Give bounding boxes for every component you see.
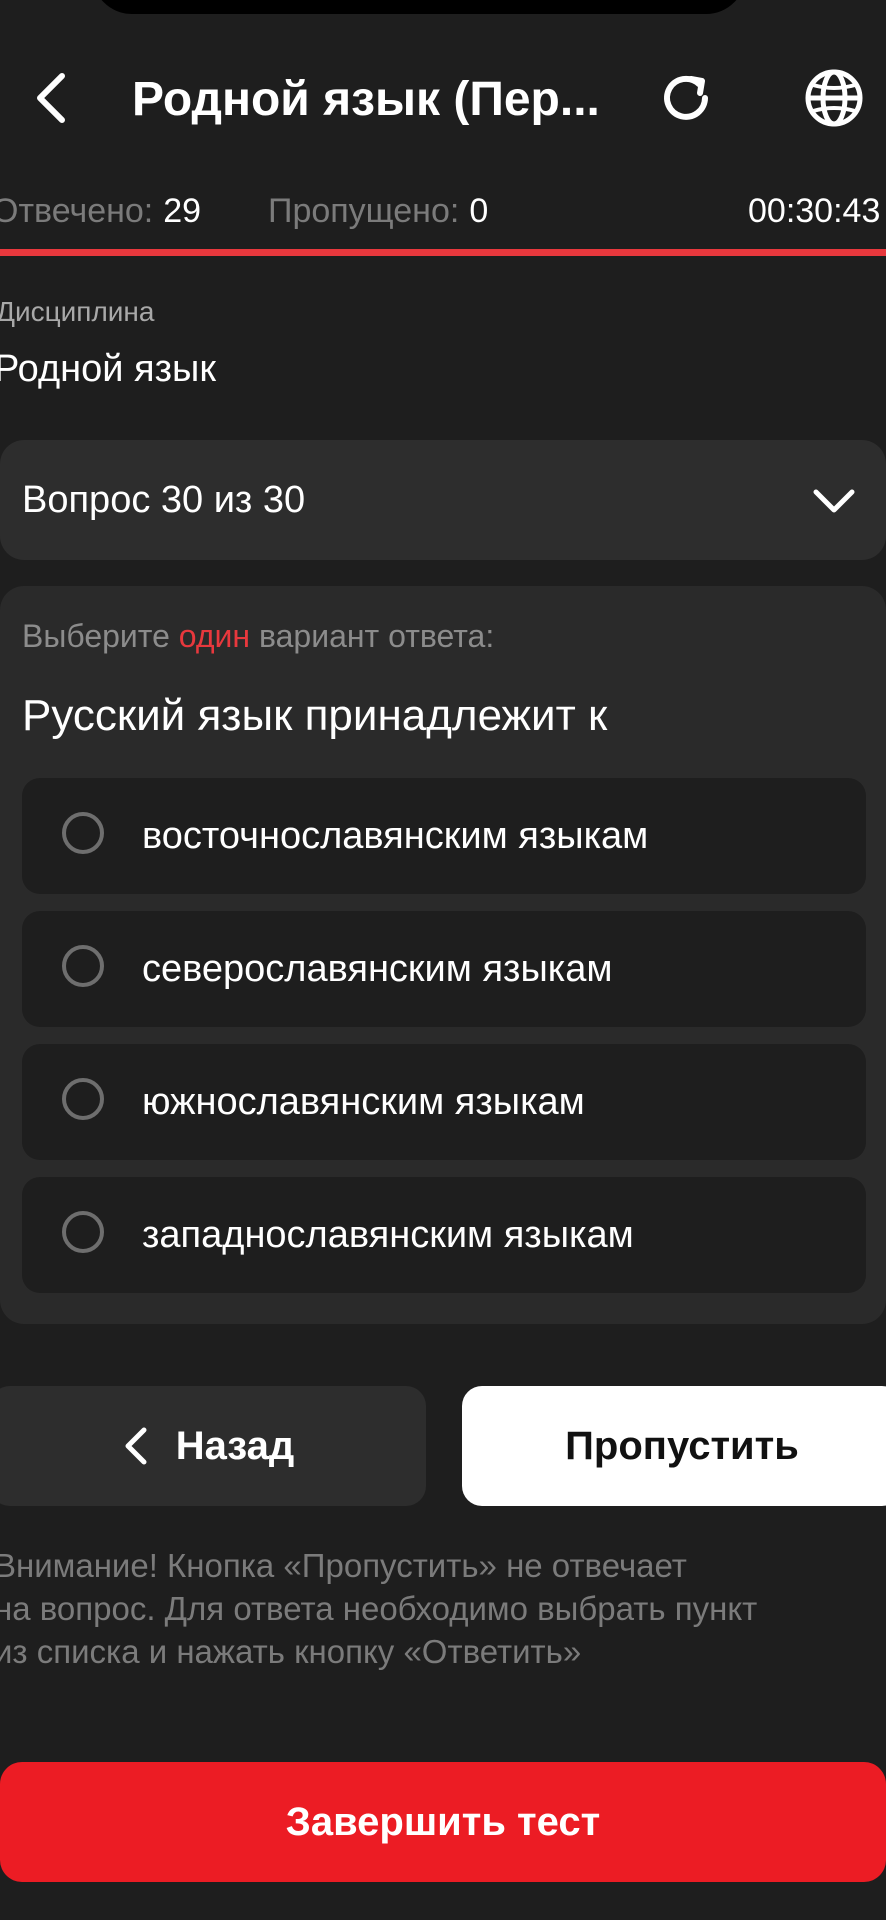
chevron-left-icon bbox=[37, 73, 65, 123]
question-card: Выберите один вариант ответа: Русский яз… bbox=[0, 586, 886, 1324]
answered-value: 29 bbox=[163, 192, 202, 230]
chevron-left-icon bbox=[122, 1426, 150, 1466]
radio-button[interactable] bbox=[62, 1078, 104, 1120]
globe-icon bbox=[805, 69, 863, 127]
back-button[interactable]: Назад bbox=[0, 1386, 426, 1506]
answered-label: Отвечено: bbox=[0, 192, 154, 230]
skip-button-label: Пропустить bbox=[565, 1423, 799, 1468]
discipline-value: Родной язык bbox=[0, 348, 216, 390]
page-title: Родной язык (Пер... bbox=[132, 73, 600, 126]
header: Родной язык (Пер... bbox=[0, 52, 886, 144]
skipped-label: Пропущено: bbox=[268, 192, 460, 230]
instruction-after: вариант ответа: bbox=[258, 618, 495, 654]
warning-line: из списка и нажать кнопку «Ответить» bbox=[0, 1633, 582, 1670]
radio-button[interactable] bbox=[62, 945, 104, 987]
skipped-value: 0 bbox=[469, 192, 489, 230]
discipline-label: Дисциплина bbox=[0, 296, 155, 327]
skip-button[interactable]: Пропустить bbox=[462, 1386, 886, 1506]
finish-test-button[interactable]: Завершить тест bbox=[0, 1762, 886, 1882]
question-text: Русский язык принадлежит к bbox=[22, 691, 608, 740]
answer-option-label: западнославянским языкам bbox=[142, 1214, 634, 1256]
question-selector-label: Вопрос 30 из 30 bbox=[22, 479, 306, 521]
answer-option-label: восточнославянским языкам bbox=[142, 815, 649, 857]
warning-text: Внимание! Кнопка «Пропустить» не отвечае… bbox=[0, 1544, 874, 1673]
back-button-label: Назад bbox=[175, 1423, 295, 1468]
progress-bar bbox=[0, 249, 886, 256]
answer-option[interactable]: южнославянским языкам bbox=[22, 1044, 866, 1160]
answer-option[interactable]: северославянским языкам bbox=[22, 911, 866, 1027]
radio-button[interactable] bbox=[62, 812, 104, 854]
answer-option-label: южнославянским языкам bbox=[142, 1081, 585, 1123]
refresh-button[interactable] bbox=[652, 64, 720, 132]
instruction-highlight: один bbox=[178, 618, 251, 654]
refresh-icon bbox=[664, 75, 708, 120]
warning-line: на вопрос. Для ответа необходимо выбрать… bbox=[0, 1590, 758, 1627]
stats-bar: Отвечено: 29 Пропущено: 0 00:30:43 bbox=[0, 186, 886, 236]
skipped-stat: Пропущено: 0 bbox=[268, 186, 488, 236]
warning-line: Внимание! Кнопка «Пропустить» не отвечае… bbox=[0, 1547, 687, 1584]
chevron-down-icon bbox=[813, 489, 855, 513]
answer-option[interactable]: восточнославянским языкам bbox=[22, 778, 866, 894]
finish-test-label: Завершить тест bbox=[285, 1799, 601, 1844]
device-notch bbox=[92, 0, 746, 14]
language-button[interactable] bbox=[800, 64, 868, 132]
instruction-text: Выберите один вариант ответа: bbox=[22, 618, 494, 655]
answer-option[interactable]: западнославянским языкам bbox=[22, 1177, 866, 1293]
timer: 00:30:43 bbox=[748, 192, 881, 230]
answer-option-label: северославянским языкам bbox=[142, 948, 613, 990]
radio-button[interactable] bbox=[62, 1211, 104, 1253]
back-icon-button[interactable] bbox=[20, 66, 84, 130]
question-selector[interactable]: Вопрос 30 из 30 bbox=[0, 440, 886, 560]
answered-stat: Отвечено: 29 bbox=[0, 186, 201, 236]
instruction-before: Выберите bbox=[22, 618, 170, 654]
